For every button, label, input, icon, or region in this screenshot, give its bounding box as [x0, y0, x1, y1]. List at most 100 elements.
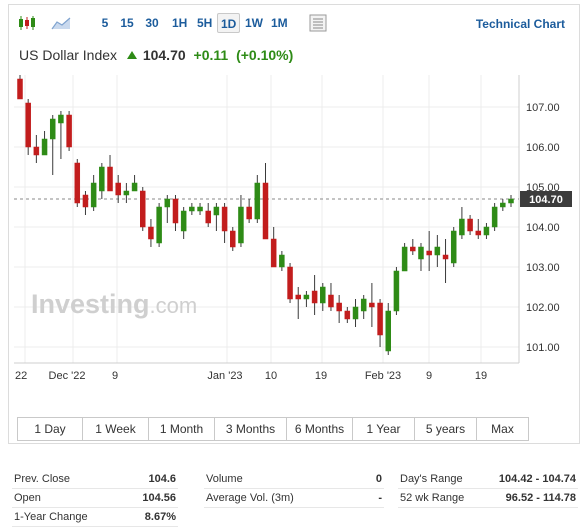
- candle-body: [74, 162, 81, 204]
- range-1-year[interactable]: 1 Year: [353, 417, 415, 441]
- candle-body: [189, 206, 195, 212]
- last-price-tag-label: 104.70: [529, 194, 563, 206]
- candle-body: [385, 310, 391, 352]
- stats-value: 0: [375, 473, 382, 485]
- x-tick-label: Feb '23: [365, 370, 401, 382]
- candle-body: [148, 226, 154, 240]
- candle-body: [25, 102, 31, 148]
- candle-body: [66, 114, 72, 148]
- range-5-years[interactable]: 5 years: [415, 417, 477, 441]
- stats-row: Open 104.56: [12, 489, 178, 508]
- stats-label: Open: [14, 492, 41, 504]
- stats-value: 104.42 - 104.74: [498, 473, 576, 485]
- range-selector: 1 Day 1 Week 1 Month 3 Months 6 Months 1 Year…: [17, 417, 529, 441]
- range-max[interactable]: Max: [477, 417, 529, 441]
- y-tick-label: 106.00: [526, 142, 560, 154]
- stats-row: Prev. Close 104.6: [12, 470, 178, 489]
- candle-body: [115, 182, 121, 196]
- candle-body: [467, 218, 473, 232]
- candle-body: [140, 190, 146, 228]
- candle-body: [246, 206, 252, 220]
- x-tick-label: 9: [112, 370, 118, 382]
- candlestick-chart[interactable]: Investing.com107.00106.00105.00104.00103…: [9, 5, 579, 405]
- candle-body: [180, 210, 187, 232]
- candle-body: [410, 246, 416, 252]
- y-tick-label: 107.00: [526, 102, 560, 114]
- stats-label: Volume: [206, 473, 243, 485]
- x-tick-label: 19: [475, 370, 487, 382]
- candle-body: [49, 118, 56, 140]
- stats-label: Prev. Close: [14, 473, 71, 485]
- candle-body: [156, 206, 162, 244]
- x-tick-label: 19: [315, 370, 327, 382]
- candle-body: [401, 246, 408, 272]
- stats-row: 52 wk Range 96.52 - 114.78: [398, 489, 578, 508]
- candle-body: [262, 182, 269, 240]
- candle-body: [434, 246, 441, 256]
- candle-body: [41, 138, 48, 156]
- candle-body: [197, 206, 203, 212]
- stats-label: 52 wk Range: [400, 492, 465, 504]
- stats-row: Day's Range 104.42 - 104.74: [398, 470, 578, 489]
- candle-body: [33, 146, 40, 156]
- candle-body: [459, 218, 465, 236]
- candle-body: [270, 238, 277, 268]
- x-tick-label: 9: [426, 370, 432, 382]
- stats-row: Average Vol. (3m) -: [204, 489, 384, 508]
- candle-body: [328, 294, 334, 308]
- candle-body: [107, 166, 113, 192]
- candle-body: [230, 230, 236, 248]
- candle-body: [442, 254, 449, 260]
- candle-body: [508, 198, 514, 204]
- stats-value: 8.67%: [144, 511, 176, 523]
- stats-column: Prev. Close 104.6 Open 104.56 1-Year Change 8…: [12, 470, 178, 527]
- candle-body: [82, 194, 89, 208]
- candle-body: [287, 266, 293, 300]
- stats-row: Volume 0: [204, 470, 384, 489]
- candle-body: [279, 254, 285, 268]
- stats-column: Volume 0 Average Vol. (3m) -: [204, 470, 384, 508]
- range-1-month[interactable]: 1 Month: [149, 417, 215, 441]
- x-tick-label: Dec '22: [49, 370, 86, 382]
- stats-label: 1-Year Change: [14, 511, 88, 523]
- candle-body: [320, 286, 326, 304]
- candle-body: [377, 302, 383, 336]
- candle-body: [131, 182, 138, 192]
- stats-label: Average Vol. (3m): [206, 492, 294, 504]
- stats-row: 1-Year Change 8.67%: [12, 508, 178, 527]
- stats-value: 96.52 - 114.78: [505, 492, 576, 504]
- watermark-logo: Investing.com: [31, 289, 197, 319]
- candle-body: [344, 310, 351, 320]
- candle-body: [164, 198, 171, 208]
- candle-body: [450, 230, 457, 264]
- candle-body: [90, 182, 97, 208]
- range-1-day[interactable]: 1 Day: [17, 417, 83, 441]
- y-tick-label: 103.00: [526, 262, 560, 274]
- candle-body: [303, 294, 310, 300]
- stats-value: -: [378, 492, 382, 504]
- candle-body: [475, 230, 482, 236]
- stats-value: 104.6: [148, 473, 176, 485]
- candle-body: [352, 306, 359, 320]
- stats-value: 104.56: [142, 492, 176, 504]
- candle-body: [426, 250, 432, 256]
- candle-body: [221, 206, 228, 232]
- candle-body: [123, 190, 130, 196]
- candle-body: [500, 202, 506, 208]
- candle-body: [99, 166, 105, 192]
- y-tick-label: 104.00: [526, 222, 560, 234]
- candle-body: [336, 302, 342, 312]
- range-3-months[interactable]: 3 Months: [215, 417, 287, 441]
- chart-widget: 5 15 30 1H 5H 1D 1W 1M Technical Chart US Dolla…: [8, 4, 580, 444]
- candle-body: [172, 198, 179, 224]
- x-tick-label: 10: [265, 370, 277, 382]
- candle-body: [238, 206, 244, 244]
- x-tick-label: Jan '23: [207, 370, 242, 382]
- y-tick-label: 101.00: [526, 342, 560, 354]
- candle-body: [17, 78, 23, 100]
- stats-column: Day's Range 104.42 - 104.74 52 wk Range 96.…: [398, 470, 578, 508]
- range-1-week[interactable]: 1 Week: [83, 417, 149, 441]
- candle-body: [418, 246, 424, 260]
- range-6-months[interactable]: 6 Months: [287, 417, 353, 441]
- y-tick-label: 102.00: [526, 302, 560, 314]
